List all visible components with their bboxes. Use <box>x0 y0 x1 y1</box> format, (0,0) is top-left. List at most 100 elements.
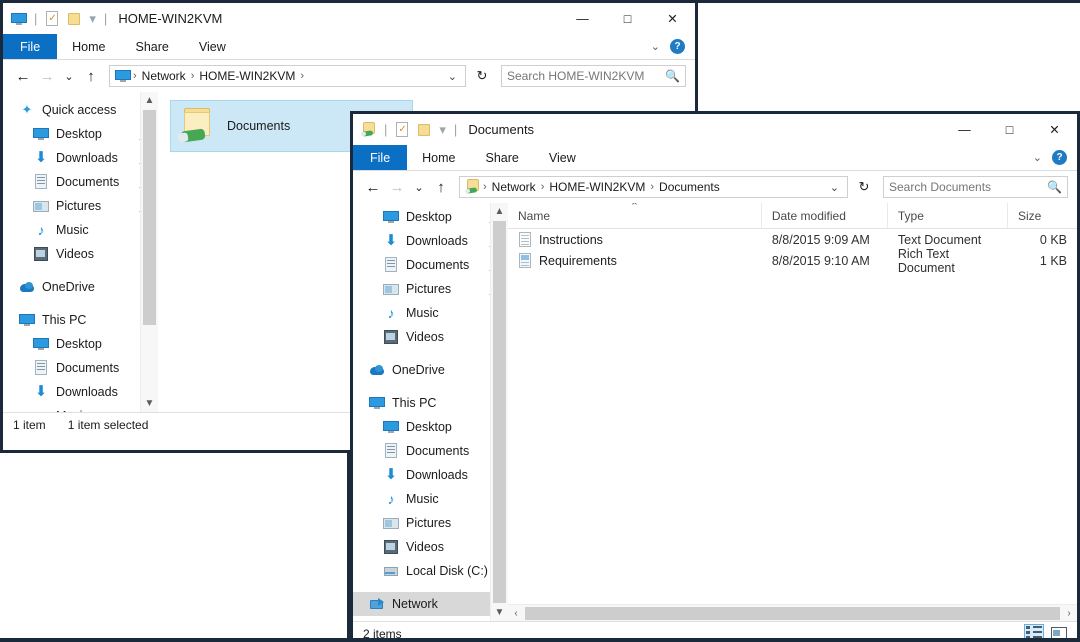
close-button[interactable]: ✕ <box>650 3 695 34</box>
sidebar-item-documents[interactable]: Documents📌 <box>3 170 158 194</box>
window1-nav-list[interactable]: ✦Quick accessDesktop📌⬇Downloads📌Document… <box>3 92 158 412</box>
window1-ribbon-right[interactable]: ⌄ ? <box>651 34 695 59</box>
close-button[interactable]: ✕ <box>1032 114 1077 145</box>
scroll-thumb[interactable] <box>143 110 156 325</box>
scroll-up-icon[interactable]: ▲ <box>141 92 158 109</box>
new-folder-icon[interactable] <box>416 122 432 138</box>
search-box[interactable]: Search Documents 🔍 <box>883 176 1068 198</box>
column-header-date[interactable]: Date modified <box>762 203 888 228</box>
breadcrumb[interactable]: › Network › HOME-WIN2KVM › Documents ⌄ <box>459 176 848 198</box>
sidebar-item-downloads[interactable]: ⬇Downloads📌 <box>353 229 508 253</box>
column-header-type[interactable]: Type <box>888 203 1008 228</box>
scroll-thumb[interactable] <box>493 221 506 603</box>
window1-controls[interactable]: — □ ✕ <box>560 3 695 34</box>
breadcrumb-network[interactable]: Network <box>489 180 539 194</box>
refresh-button[interactable]: ↻ <box>471 65 493 87</box>
file-list[interactable]: Instructions 8/8/2015 9:09 AM Text Documen… <box>508 229 1077 604</box>
sidebar-item-documents[interactable]: Documents <box>3 356 158 380</box>
breadcrumb-network[interactable]: Network <box>139 69 189 83</box>
tab-view[interactable]: View <box>534 145 591 170</box>
breadcrumb-host[interactable]: HOME-WIN2KVM <box>196 69 298 83</box>
hscroll-thumb[interactable] <box>525 606 1060 620</box>
maximize-button[interactable]: □ <box>987 114 1032 145</box>
tab-file[interactable]: File <box>353 145 408 170</box>
sidebar-item-desktop[interactable]: Desktop <box>353 415 508 439</box>
window2-ribbon-tabs[interactable]: File Home Share View ⌄ ? <box>353 145 1077 171</box>
address-dropdown-icon[interactable]: ⌄ <box>824 181 845 194</box>
back-button[interactable]: ← <box>362 176 384 198</box>
scroll-down-icon[interactable]: ▼ <box>491 604 508 621</box>
sidebar-item-videos[interactable]: Videos <box>353 535 508 559</box>
breadcrumb-documents[interactable]: Documents <box>656 180 723 194</box>
new-folder-icon[interactable] <box>66 11 82 27</box>
sidebar-item-music[interactable]: ♪Music <box>353 301 508 325</box>
sidebar-item-desktop[interactable]: Desktop📌 <box>353 205 508 229</box>
chevron-down-icon[interactable]: ⌄ <box>1033 151 1042 164</box>
refresh-button[interactable]: ↻ <box>853 176 875 198</box>
sidebar-item-music[interactable]: ♪Music <box>353 487 508 511</box>
column-header-size[interactable]: Size <box>1008 203 1077 228</box>
chevron-down-icon[interactable]: ▾ <box>89 11 96 27</box>
sidebar-item-videos[interactable]: Videos <box>3 242 158 266</box>
sidebar-item-music[interactable]: ♪Music <box>3 218 158 242</box>
window2-ribbon-right[interactable]: ⌄ ? <box>1033 145 1077 170</box>
up-button[interactable]: ↑ <box>430 176 452 198</box>
help-icon[interactable]: ? <box>1052 150 1067 165</box>
sidebar-item-desktop[interactable]: Desktop <box>3 332 158 356</box>
window2-nav-scrollbar[interactable]: ▲ ▼ <box>490 203 508 621</box>
sidebar-item-onedrive[interactable]: OneDrive <box>3 275 158 299</box>
sidebar-item-documents[interactable]: Documents📌 <box>353 253 508 277</box>
window2-navigation-pane[interactable]: Desktop📌⬇Downloads📌Documents📌Pictures📌♪M… <box>353 203 508 621</box>
search-icon[interactable]: 🔍 <box>665 69 680 83</box>
sidebar-item-pictures[interactable]: Pictures📌 <box>353 277 508 301</box>
chevron-down-icon[interactable]: ▾ <box>439 122 446 138</box>
window2-file-area[interactable]: NameDate modifiedTypeSize Instructions 8/… <box>508 203 1077 621</box>
scroll-up-icon[interactable]: ▲ <box>491 203 508 220</box>
tab-view[interactable]: View <box>184 34 241 59</box>
scroll-down-icon[interactable]: ▼ <box>141 395 158 412</box>
window1-nav-scrollbar[interactable]: ▲ ▼ <box>140 92 158 412</box>
window2-titlebar[interactable]: | ✓ ▾ | Documents — □ ✕ <box>353 114 1077 145</box>
sidebar-item-this-pc[interactable]: This PC <box>353 391 508 415</box>
chevron-down-icon[interactable]: ⌄ <box>651 40 660 53</box>
minimize-button[interactable]: — <box>560 3 605 34</box>
breadcrumb-host[interactable]: HOME-WIN2KVM <box>546 180 648 194</box>
search-box[interactable]: Search HOME-WIN2KVM 🔍 <box>501 65 686 87</box>
address-dropdown-icon[interactable]: ⌄ <box>442 70 463 83</box>
scroll-left-icon[interactable]: ‹ <box>508 608 524 619</box>
window1-titlebar[interactable]: | ✓ ▾ | HOME-WIN2KVM — □ ✕ <box>3 3 695 34</box>
sidebar-item-quick-access[interactable]: ✦ Quick access <box>3 98 158 122</box>
tab-share[interactable]: Share <box>121 34 184 59</box>
sidebar-item-downloads[interactable]: ⬇Downloads📌 <box>3 146 158 170</box>
search-input[interactable]: Search HOME-WIN2KVM <box>507 69 665 83</box>
sidebar-item-videos[interactable]: Videos <box>353 325 508 349</box>
window1-ribbon-tabs[interactable]: File Home Share View ⌄ ? <box>3 34 695 60</box>
scroll-right-icon[interactable]: › <box>1061 608 1077 619</box>
column-headers[interactable]: NameDate modifiedTypeSize <box>508 203 1077 229</box>
tab-home[interactable]: Home <box>407 145 470 170</box>
sidebar-item-local-disk-c[interactable]: Local Disk (C:) <box>353 559 508 583</box>
horizontal-scrollbar[interactable]: ‹ › <box>508 604 1077 621</box>
tab-file[interactable]: File <box>3 34 58 59</box>
sidebar-item-pictures[interactable]: Pictures <box>353 511 508 535</box>
properties-icon[interactable]: ✓ <box>394 121 410 138</box>
sidebar-item-this-pc[interactable]: This PC <box>3 308 158 332</box>
window1-quick-access-toolbar[interactable]: | ✓ ▾ | <box>3 10 108 27</box>
column-header-name[interactable]: Name <box>508 203 762 228</box>
window2-controls[interactable]: — □ ✕ <box>942 114 1077 145</box>
sidebar-item-onedrive[interactable]: OneDrive <box>353 358 508 382</box>
tab-home[interactable]: Home <box>57 34 120 59</box>
breadcrumb-items[interactable]: › Network › HOME-WIN2KVM › <box>115 68 442 84</box>
window2-address-bar[interactable]: ← → ⌄ ↑ › Network › HOME-WIN2KVM › Docum… <box>353 171 1077 203</box>
sidebar-item-music[interactable]: ♪Music <box>3 404 158 412</box>
window2-nav-list[interactable]: Desktop📌⬇Downloads📌Documents📌Pictures📌♪M… <box>353 203 508 616</box>
recent-locations-icon[interactable]: ⌄ <box>410 176 428 198</box>
cell-name[interactable]: Instructions <box>508 229 762 250</box>
table-row[interactable]: Requirements 8/8/2015 9:10 AM Rich Text Do… <box>508 247 1077 275</box>
sidebar-item-downloads[interactable]: ⬇ Downloads <box>3 380 158 404</box>
sidebar-item-network[interactable]: Network <box>353 592 508 616</box>
sidebar-item-documents[interactable]: Documents <box>353 439 508 463</box>
cell-name[interactable]: Requirements <box>508 250 762 271</box>
sidebar-item-desktop[interactable]: Desktop📌 <box>3 122 158 146</box>
search-icon[interactable]: 🔍 <box>1047 180 1062 194</box>
